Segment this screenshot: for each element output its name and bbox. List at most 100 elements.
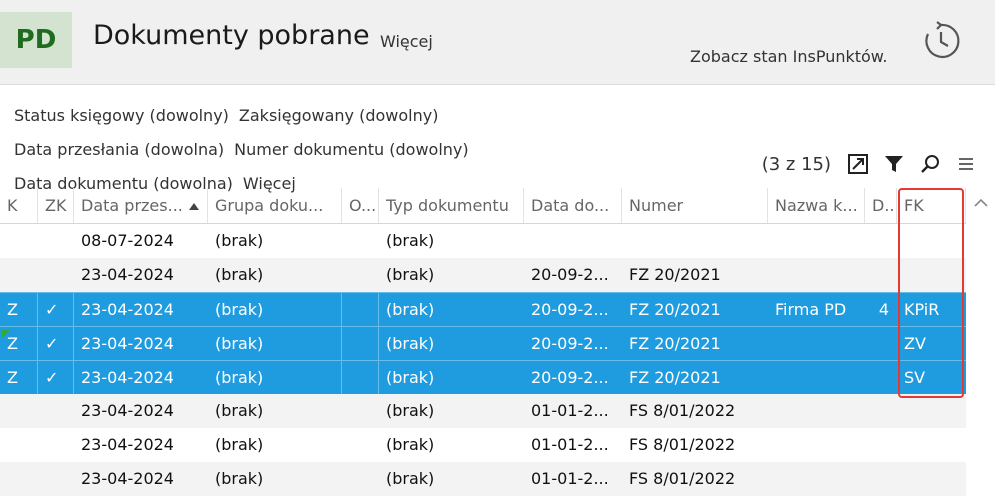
cell-o [342, 258, 379, 292]
cell-numer [622, 224, 768, 258]
col-header-grupa[interactable]: Grupa doku... [208, 188, 342, 223]
cell-d [865, 394, 897, 428]
cell-data-przeslania: 23-04-2024 [81, 334, 174, 353]
cell-k: Z [0, 361, 38, 394]
col-header-numer[interactable]: Numer [622, 188, 768, 223]
expand-icon[interactable] [847, 153, 869, 175]
cell-d [865, 361, 897, 394]
cell-k [0, 224, 38, 258]
cell-fk [897, 394, 966, 428]
filter-row-2: Data przesłania (dowolna) Numer dokument… [14, 138, 479, 172]
col-header-nazwa[interactable]: Nazwa k... [768, 188, 865, 223]
cell-fk: KPiR [904, 300, 940, 319]
filter-data-przeslania[interactable]: Data przesłania (dowolna) [14, 138, 224, 172]
table-row[interactable]: Z ✓ 23-04-2024 (brak) (brak) 20-09-2... FZ 20/… [0, 326, 966, 360]
cell-zk [38, 394, 74, 428]
filter-numer-dokumentu[interactable]: Numer dokumentu (dowolny) [234, 138, 469, 172]
table-row[interactable]: 23-04-2024 (brak) (brak) 20-09-2... FZ 20/20… [0, 258, 966, 292]
cell-nazwa [768, 361, 865, 394]
cell-nazwa [768, 224, 865, 258]
inspunkty-status-link[interactable]: Zobacz stan InsPunktów. [690, 47, 888, 66]
cell-data-przeslania: 23-04-2024 [81, 300, 174, 319]
cell-zk [38, 224, 74, 258]
history-clock-icon[interactable] [920, 20, 962, 62]
cell-fk: SV [904, 368, 926, 387]
cell-fk [897, 224, 966, 258]
cell-numer: FZ 20/2021 [629, 334, 721, 353]
cell-data-dokumentu: 01-01-2... [531, 469, 609, 488]
cell-grupa: (brak) [215, 401, 264, 420]
table-row[interactable]: Z ✓ 23-04-2024 (brak) (brak) 20-09-2... FZ 20/… [0, 292, 966, 326]
selection-count: (3 z 15) [761, 153, 831, 175]
sort-ascending-icon [188, 203, 199, 210]
cell-fk: ZV [904, 334, 926, 353]
cell-fk [897, 428, 966, 462]
col-header-zk[interactable]: ZK [38, 188, 74, 223]
cell-numer: FZ 20/2021 [629, 300, 721, 319]
col-header-k[interactable]: K [0, 188, 38, 223]
cell-numer: FS 8/01/2022 [629, 469, 736, 488]
cell-d [865, 258, 897, 292]
cell-fk [897, 462, 966, 496]
filter-icon[interactable] [883, 153, 905, 175]
documents-grid: K ZK Data przes... Grupa doku... O... Ty… [0, 188, 966, 496]
col-header-fk[interactable]: FK [897, 188, 966, 223]
search-icon[interactable] [919, 153, 941, 175]
col-header-data-dokumentu[interactable]: Data do... [524, 188, 622, 223]
cell-data-przeslania: 23-04-2024 [81, 265, 174, 284]
cell-grupa: (brak) [215, 469, 264, 488]
cell-grupa: (brak) [215, 265, 264, 284]
table-row[interactable]: 23-04-2024 (brak) (brak) 01-01-2... FS 8/01/… [0, 462, 966, 496]
table-row[interactable]: Z ✓ 23-04-2024 (brak) (brak) 20-09-2... FZ 20/… [0, 360, 966, 394]
cell-data-dokumentu: 01-01-2... [531, 401, 609, 420]
cell-typ: (brak) [386, 231, 435, 250]
cell-d [865, 327, 897, 360]
app-logo: PD [0, 12, 72, 68]
col-header-d[interactable]: D... [865, 188, 897, 223]
cell-zk: ✓ [38, 293, 74, 326]
cell-numer: FZ 20/2021 [629, 368, 721, 387]
table-row[interactable]: 08-07-2024 (brak) (brak) [0, 224, 966, 258]
cell-typ: (brak) [386, 368, 435, 387]
cell-fk [897, 258, 966, 292]
menu-icon[interactable] [955, 153, 977, 175]
cell-k [0, 428, 38, 462]
cell-o [342, 428, 379, 462]
col-header-data-przeslania[interactable]: Data przes... [74, 188, 208, 223]
filter-status-ksiegowy[interactable]: Status księgowy (dowolny) [14, 104, 229, 138]
cell-zk: ✓ [38, 327, 74, 360]
grid-body: 08-07-2024 (brak) (brak) 23-04-2024 (brak) (b… [0, 224, 966, 496]
scroll-up-icon[interactable] [973, 194, 989, 207]
header-more-link[interactable]: Więcej [380, 32, 433, 51]
cell-data-dokumentu: 20-09-2... [531, 265, 609, 284]
page-title: Dokumenty pobrane [93, 20, 370, 51]
grid-header-row: K ZK Data przes... Grupa doku... O... Ty… [0, 188, 966, 224]
cell-data-przeslania: 08-07-2024 [81, 231, 174, 250]
cell-numer: FS 8/01/2022 [629, 435, 736, 454]
filter-row-1: Status księgowy (dowolny) Zaksięgowany (… [14, 104, 479, 138]
cell-k [0, 394, 38, 428]
cell-zk: ✓ [38, 361, 74, 394]
cell-data-przeslania: 23-04-2024 [81, 469, 174, 488]
cell-zk [38, 258, 74, 292]
cell-data-dokumentu: 01-01-2... [531, 435, 609, 454]
cell-typ: (brak) [386, 334, 435, 353]
table-row[interactable]: 23-04-2024 (brak) (brak) 01-01-2... FS 8/01/… [0, 394, 966, 428]
table-row[interactable]: 23-04-2024 (brak) (brak) 01-01-2... FS 8/01/… [0, 428, 966, 462]
cell-data-przeslania: 23-04-2024 [81, 401, 174, 420]
cell-typ: (brak) [386, 401, 435, 420]
col-header-o[interactable]: O... [342, 188, 379, 223]
cell-data-dokumentu: 20-09-2... [531, 368, 609, 387]
col-header-typ[interactable]: Typ dokumentu [379, 188, 524, 223]
cell-nazwa [768, 428, 865, 462]
cell-grupa: (brak) [208, 361, 342, 394]
cell-numer: FZ 20/2021 [629, 265, 721, 284]
cell-nazwa [768, 327, 865, 360]
cell-grupa: (brak) [215, 435, 264, 454]
filter-zaksiegowany[interactable]: Zaksięgowany (dowolny) [239, 104, 439, 138]
cell-nazwa [768, 462, 865, 496]
cell-o [342, 394, 379, 428]
cell-zk [38, 462, 74, 496]
cell-typ: (brak) [386, 265, 435, 284]
cell-nazwa [768, 394, 865, 428]
